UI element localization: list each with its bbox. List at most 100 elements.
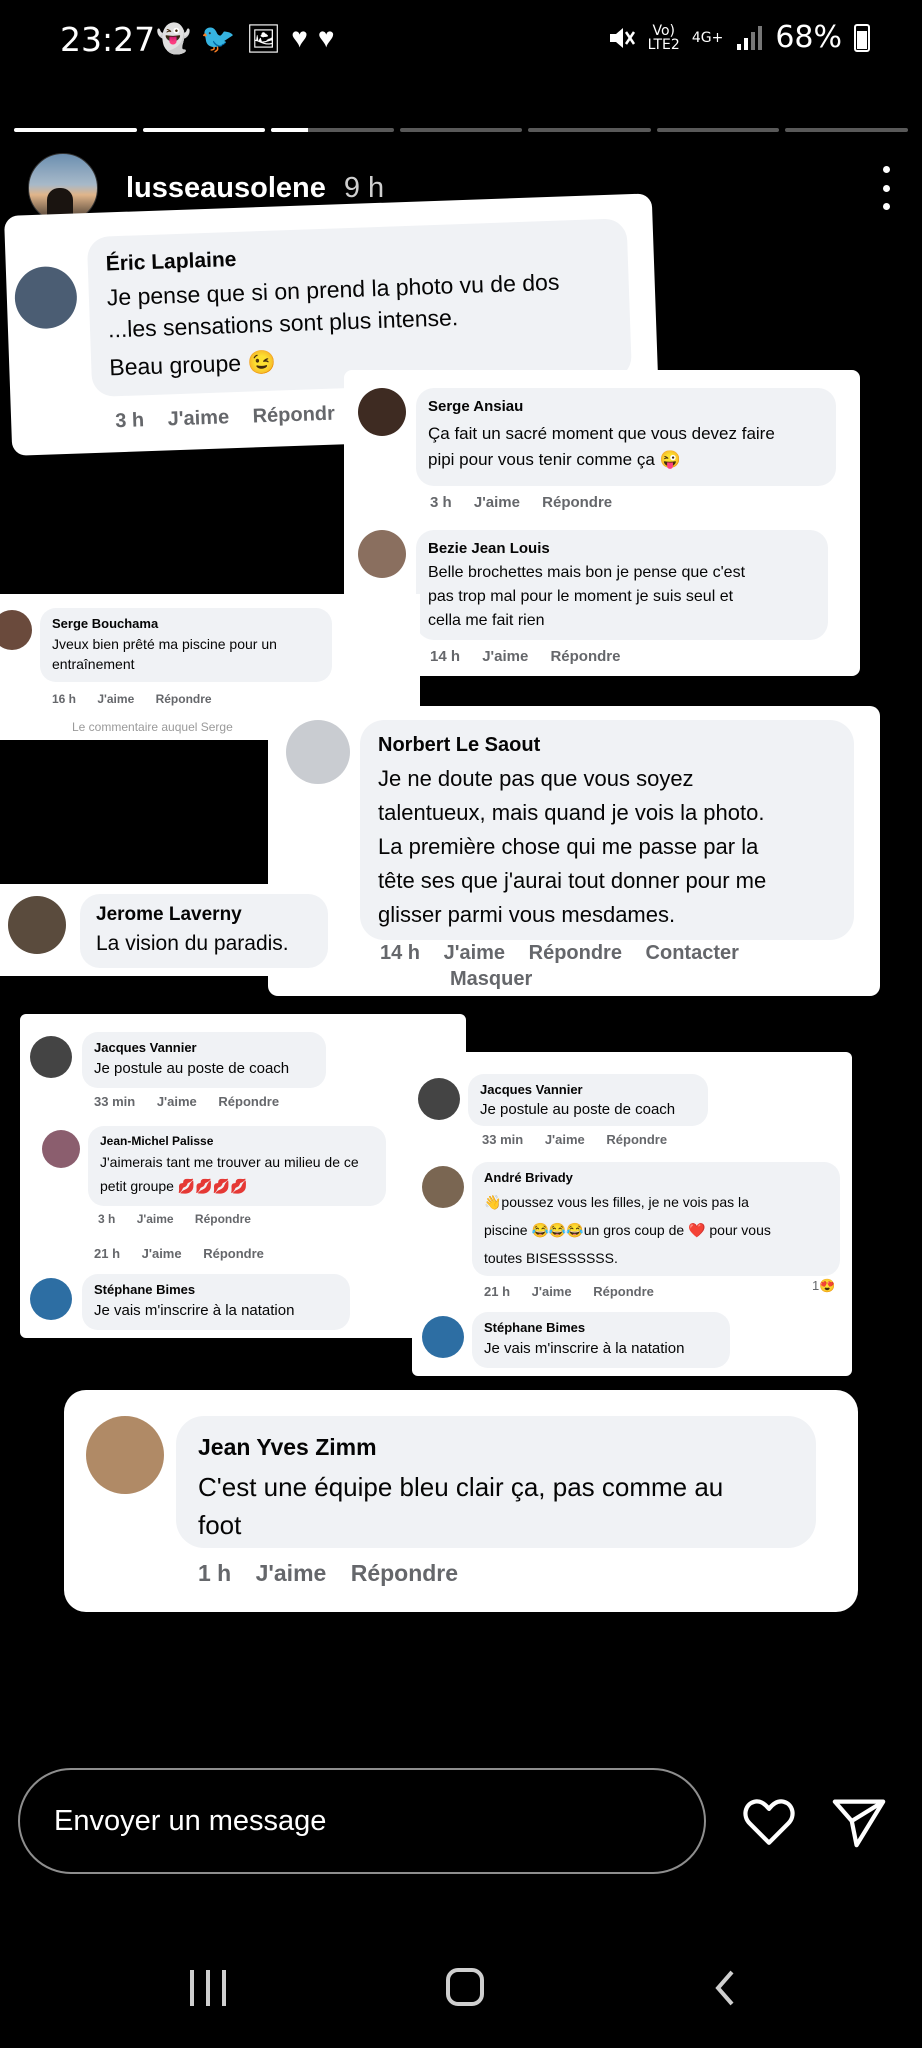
twitter-icon: 🐦 — [200, 23, 236, 54]
comment-text: piscine 😂😂😂un gros coup de ❤️ pour vous — [484, 1222, 771, 1238]
comment-bubble: Serge Ansiau Ça fait un sacré moment que… — [416, 388, 836, 486]
comment-bubble: Stéphane Bimes Je vais m'inscrire à la n… — [82, 1274, 350, 1330]
reply-button[interactable]: Répondre — [542, 494, 612, 511]
comment-text: pas trop mal pour le moment je suis seul… — [428, 588, 734, 605]
commenter-name[interactable]: Jean-Michel Palisse — [100, 1134, 213, 1148]
comment-actions: 16 h J'aime Répondre — [52, 692, 230, 706]
like-button[interactable]: J'aime — [444, 942, 505, 964]
comment-bubble: Jean Yves Zimm C'est une équipe bleu cla… — [176, 1416, 816, 1548]
comment-time: 3 h — [430, 494, 452, 511]
reply-button[interactable]: Répondre — [593, 1284, 654, 1299]
avatar — [422, 1166, 464, 1208]
comment-actions: 3 h J'aime Répondre — [98, 1212, 269, 1226]
comment-bubble: Jacques Vannier Je postule au poste de c… — [82, 1032, 326, 1088]
lte-label: LTE2 — [647, 36, 680, 53]
story-username[interactable]: lusseausolene — [126, 172, 326, 205]
commenter-name[interactable]: Norbert Le Saout — [378, 734, 540, 757]
comment-text: talentueux, mais quand je vois la photo. — [378, 800, 765, 825]
avatar — [8, 896, 66, 954]
battery-icon — [854, 23, 870, 52]
mute-icon — [609, 27, 635, 48]
comment-card-jerome: Jerome Laverny La vision du paradis. — [0, 884, 340, 976]
commenter-name[interactable]: Stéphane Bimes — [94, 1282, 195, 1297]
comment-bubble: Jean-Michel Palisse J'aimerais tant me t… — [88, 1126, 386, 1206]
like-button[interactable]: J'aime — [157, 1094, 197, 1109]
commenter-name[interactable]: Jacques Vannier — [480, 1082, 583, 1097]
comment-bubble: Jacques Vannier Je postule au poste de c… — [468, 1074, 708, 1126]
story-progress-segment — [528, 128, 651, 132]
comment-time: 3 h — [98, 1212, 116, 1226]
comment-actions: 14 h J'aime Répondre — [430, 648, 638, 665]
send-icon[interactable] — [830, 1792, 888, 1850]
commenter-name[interactable]: André Brivady — [484, 1170, 573, 1185]
reply-button[interactable]: Répondre — [550, 648, 620, 665]
comment-time: 14 h — [430, 648, 461, 665]
comment-text: cella me fait rien — [428, 612, 545, 629]
more-icon[interactable] — [880, 166, 892, 210]
commenter-name[interactable]: Éric Laplaine — [105, 248, 236, 277]
like-button[interactable]: J'aime — [142, 1246, 182, 1261]
reply-context: Le commentaire auquel Serge — [72, 720, 233, 734]
home-icon[interactable] — [446, 1968, 484, 2006]
like-button[interactable]: J'aime — [482, 648, 528, 665]
commenter-name[interactable]: Bezie Jean Louis — [428, 540, 550, 557]
commenter-name[interactable]: Jerome Laverny — [96, 904, 242, 926]
reply-button[interactable]: Répondre — [203, 1246, 264, 1261]
story-progress-segment — [142, 128, 266, 132]
like-button[interactable]: J'aime — [167, 406, 229, 430]
heart-notification-icon: ♥ — [317, 22, 335, 53]
comment-text: C'est une équipe bleu clair ça, pas comm… — [198, 1472, 724, 1502]
commenter-name[interactable]: Serge Bouchama — [52, 616, 158, 631]
comment-time: 3 h — [114, 409, 145, 433]
like-button[interactable]: J'aime — [97, 692, 134, 706]
hide-button[interactable]: Masquer — [450, 968, 532, 991]
comment-text: toutes BISESSSSSS. — [484, 1250, 618, 1266]
story-progress-segment — [271, 128, 394, 132]
commenter-name[interactable]: Jean Yves Zimm — [198, 1434, 377, 1461]
story-progress-segment — [14, 128, 137, 132]
comment-actions: 3 h J'aime Répondr — [115, 402, 353, 433]
reply-button[interactable]: Répondre — [529, 942, 622, 964]
avatar — [42, 1130, 80, 1168]
avatar — [0, 610, 32, 650]
comment-card-group-left: Jacques Vannier Je postule au poste de c… — [20, 1014, 466, 1338]
commenter-name[interactable]: Stéphane Bimes — [484, 1320, 585, 1335]
comment-text: Je pense que si on prend la photo vu de … — [106, 268, 560, 311]
commenter-name[interactable]: Jacques Vannier — [94, 1040, 197, 1055]
commenter-name[interactable]: Serge Ansiau — [428, 398, 523, 415]
comment-text: entraînement — [52, 656, 135, 672]
system-icons: Vo) LTE2 4G+ 68% — [606, 20, 870, 55]
reaction-count[interactable]: 1😍 — [812, 1278, 835, 1294]
comment-bubble: Stéphane Bimes Je vais m'inscrire à la n… — [472, 1312, 730, 1368]
like-button[interactable]: J'aime — [474, 494, 520, 511]
comment-text: glisser parmi vous mesdames. — [378, 902, 676, 927]
reply-button[interactable]: Répondre — [351, 1560, 458, 1586]
volte-indicator: Vo) LTE2 — [648, 24, 680, 52]
like-button[interactable]: J'aime — [137, 1212, 174, 1226]
contact-button[interactable]: Contacter — [646, 942, 739, 964]
like-button[interactable]: J'aime — [545, 1132, 585, 1147]
reply-button[interactable]: Répondr — [252, 403, 335, 428]
heart-icon[interactable] — [740, 1792, 798, 1850]
story-time: 9 h — [343, 171, 385, 204]
reply-button[interactable]: Répondre — [156, 692, 212, 706]
comment-time: 33 min — [94, 1094, 136, 1109]
comment-actions: 21 h J'aime Répondre — [484, 1284, 672, 1299]
comment-text: Je ne doute pas que vous soyez — [378, 766, 694, 791]
volte-label: Vo) — [652, 22, 675, 39]
network-type: 4G+ — [691, 29, 724, 46]
reply-button[interactable]: Répondre — [195, 1212, 251, 1226]
message-input[interactable]: Envoyer un message — [18, 1768, 706, 1874]
avatar — [358, 530, 406, 578]
like-button[interactable]: J'aime — [532, 1284, 572, 1299]
comment-time: 21 h — [484, 1284, 511, 1299]
reply-button[interactable]: Répondre — [606, 1132, 667, 1147]
comment-text: pipi pour vous tenir comme ça 😜 — [428, 450, 681, 469]
like-button[interactable]: J'aime — [256, 1560, 327, 1586]
back-icon[interactable] — [708, 1968, 744, 2008]
comment-text: La première chose qui me passe par la — [378, 834, 759, 859]
comment-actions: 1 h J'aime Répondre — [198, 1560, 476, 1587]
comment-card-group-right: Jacques Vannier Je postule au poste de c… — [412, 1052, 852, 1376]
recent-apps-icon[interactable] — [190, 1970, 226, 2006]
reply-button[interactable]: Répondre — [218, 1094, 279, 1109]
